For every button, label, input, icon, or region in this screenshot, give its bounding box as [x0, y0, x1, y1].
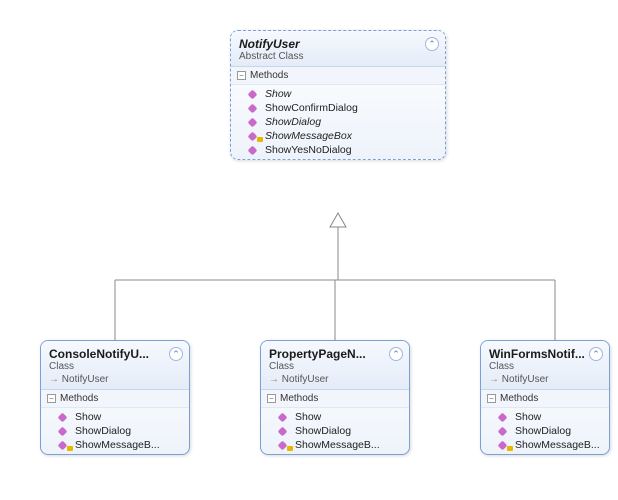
method-name: ShowDialog [515, 425, 571, 437]
method-list: Show ShowDialog ShowMessageB... [261, 408, 409, 454]
method-showyesnodialog[interactable]: ShowYesNoDialog [231, 143, 445, 157]
method-name: ShowMessageBox [265, 130, 352, 142]
inherits-label: NotifyUser [49, 374, 181, 385]
method-icon [279, 426, 291, 436]
method-icon [59, 412, 71, 422]
class-name: NotifyUser [239, 37, 437, 51]
collapse-icon[interactable]: ⌃ [589, 347, 603, 361]
toggle-icon[interactable]: − [267, 394, 276, 403]
method-show[interactable]: Show [261, 410, 409, 424]
method-list: Show ShowDialog ShowMessageB... [41, 408, 189, 454]
method-icon [249, 103, 261, 113]
method-name: Show [515, 411, 541, 423]
method-name: ShowMessageB... [295, 439, 380, 451]
method-icon [279, 412, 291, 422]
class-header: WinFormsNotif... Class NotifyUser ⌃ [481, 341, 609, 390]
methods-section-header[interactable]: − Methods [41, 390, 189, 408]
method-icon [59, 440, 71, 450]
section-label: Methods [500, 393, 538, 404]
method-icon [59, 426, 71, 436]
method-icon [249, 131, 261, 141]
class-header: PropertyPageN... Class NotifyUser ⌃ [261, 341, 409, 390]
method-icon [499, 426, 511, 436]
method-name: ShowDialog [75, 425, 131, 437]
method-name: ShowMessageB... [515, 439, 600, 451]
method-showdialog[interactable]: ShowDialog [231, 115, 445, 129]
method-name: ShowDialog [265, 116, 321, 128]
method-show[interactable]: Show [41, 410, 189, 424]
toggle-icon[interactable]: − [487, 394, 496, 403]
method-list: Show ShowDialog ShowMessageB... [481, 408, 609, 454]
class-header: ConsoleNotifyU... Class NotifyUser ⌃ [41, 341, 189, 390]
class-name: WinFormsNotif... [489, 347, 601, 361]
collapse-icon[interactable]: ⌃ [169, 347, 183, 361]
method-showdialog[interactable]: ShowDialog [41, 424, 189, 438]
class-box-winformsnotify[interactable]: WinFormsNotif... Class NotifyUser ⌃ − Me… [480, 340, 610, 455]
method-icon [279, 440, 291, 450]
method-name: ShowDialog [295, 425, 351, 437]
toggle-icon[interactable]: − [237, 71, 246, 80]
method-icon [249, 145, 261, 155]
method-icon [499, 440, 511, 450]
method-showconfirmdialog[interactable]: ShowConfirmDialog [231, 101, 445, 115]
method-showdialog[interactable]: ShowDialog [481, 424, 609, 438]
method-name: ShowConfirmDialog [265, 102, 358, 114]
class-stereotype: Class [489, 361, 601, 372]
class-box-notifyuser[interactable]: NotifyUser Abstract Class ⌃ − Methods Sh… [230, 30, 446, 160]
method-showmessageb[interactable]: ShowMessageB... [261, 438, 409, 452]
inherits-label: NotifyUser [269, 374, 401, 385]
inherits-label: NotifyUser [489, 374, 601, 385]
method-icon [499, 412, 511, 422]
method-icon [249, 117, 261, 127]
class-box-consolenotifyuser[interactable]: ConsoleNotifyU... Class NotifyUser ⌃ − M… [40, 340, 190, 455]
section-label: Methods [280, 393, 318, 404]
method-name: Show [75, 411, 101, 423]
class-diagram-canvas: NotifyUser Abstract Class ⌃ − Methods Sh… [0, 0, 618, 500]
section-label: Methods [250, 70, 288, 81]
method-showmessageb[interactable]: ShowMessageB... [41, 438, 189, 452]
methods-section-header[interactable]: − Methods [261, 390, 409, 408]
collapse-icon[interactable]: ⌃ [425, 37, 439, 51]
class-stereotype: Class [49, 361, 181, 372]
class-stereotype: Abstract Class [239, 51, 437, 62]
class-name: ConsoleNotifyU... [49, 347, 181, 361]
method-show[interactable]: Show [481, 410, 609, 424]
method-name: ShowMessageB... [75, 439, 160, 451]
method-showmessageb[interactable]: ShowMessageB... [481, 438, 609, 452]
methods-section-header[interactable]: − Methods [481, 390, 609, 408]
section-label: Methods [60, 393, 98, 404]
toggle-icon[interactable]: − [47, 394, 56, 403]
class-box-propertypagenotify[interactable]: PropertyPageN... Class NotifyUser ⌃ − Me… [260, 340, 410, 455]
method-list: Show ShowConfirmDialog ShowDialog ShowMessa… [231, 85, 445, 159]
class-header: NotifyUser Abstract Class ⌃ [231, 31, 445, 67]
methods-section-header[interactable]: − Methods [231, 67, 445, 85]
method-name: ShowYesNoDialog [265, 144, 352, 156]
class-name: PropertyPageN... [269, 347, 401, 361]
collapse-icon[interactable]: ⌃ [389, 347, 403, 361]
method-showdialog[interactable]: ShowDialog [261, 424, 409, 438]
method-name: Show [265, 88, 291, 100]
method-showmessagebox[interactable]: ShowMessageBox [231, 129, 445, 143]
method-show[interactable]: Show [231, 87, 445, 101]
method-icon [249, 89, 261, 99]
class-stereotype: Class [269, 361, 401, 372]
method-name: Show [295, 411, 321, 423]
